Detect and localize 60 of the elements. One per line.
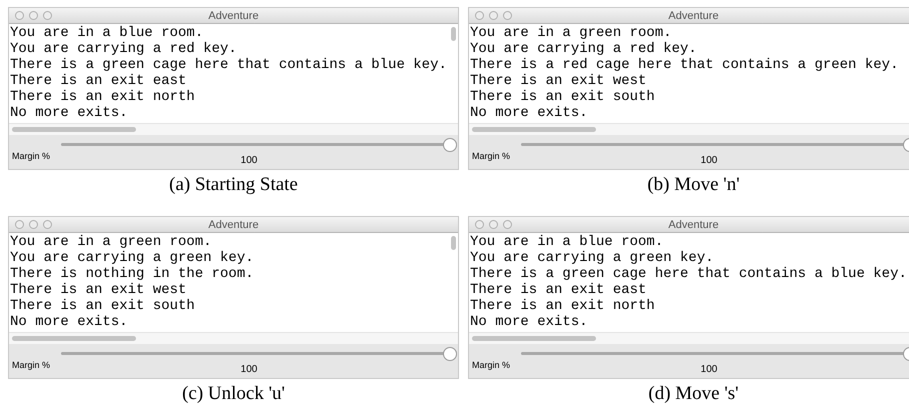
minimize-button[interactable] <box>29 11 38 20</box>
figure-caption: (d) Move 's' <box>647 383 740 405</box>
output-line: No more exits. <box>470 314 588 330</box>
minimize-button[interactable] <box>489 220 498 229</box>
output-line: There is an exit south <box>10 298 195 314</box>
window-title: Adventure <box>668 8 719 22</box>
output-line: No more exits. <box>10 105 128 121</box>
output-line: No more exits. <box>10 314 128 330</box>
output-line: There is a green cage here that contains a blue key. <box>10 57 447 73</box>
output-line: There is an exit east <box>470 282 646 298</box>
figure-caption: (a) Starting State <box>168 174 299 196</box>
figure-caption: (b) Move 'n' <box>646 174 741 196</box>
output-line: There is a red cage here that contains a green key. <box>470 57 898 73</box>
slider-label: Margin % <box>12 151 50 161</box>
output-line: There is a green cage here that contains a blue key. <box>470 266 907 282</box>
output-line: There is an exit east <box>10 73 186 89</box>
zoom-button[interactable] <box>43 220 52 229</box>
output-line: There is an exit north <box>10 89 195 105</box>
horizontal-scrollbar[interactable] <box>469 332 909 344</box>
output-line: You are carrying a red key. <box>470 41 697 57</box>
horizontal-scrollbar[interactable] <box>469 123 909 135</box>
output-line: You are in a green room. <box>10 234 212 250</box>
zoom-button[interactable] <box>43 11 52 20</box>
close-button[interactable] <box>15 220 24 229</box>
horizontal-scrollbar[interactable] <box>9 123 458 135</box>
slider-value: 100 <box>240 364 258 375</box>
window-title: Adventure <box>208 218 259 232</box>
output-line: You are in a blue room. <box>10 25 204 41</box>
slider-label: Margin % <box>12 360 50 370</box>
scrollbar-thumb[interactable] <box>451 27 456 41</box>
output-line: There is an exit north <box>470 298 655 314</box>
output-line: You are in a blue room. <box>470 234 664 250</box>
output-line: There is an exit south <box>470 89 655 105</box>
minimize-button[interactable] <box>489 11 498 20</box>
slider-label: Margin % <box>472 151 510 161</box>
slider-thumb[interactable] <box>443 138 457 152</box>
output-line: You are carrying a green key. <box>10 250 254 266</box>
output-line: There is an exit west <box>10 282 186 298</box>
zoom-button[interactable] <box>503 11 512 20</box>
zoom-button[interactable] <box>503 220 512 229</box>
horizontal-scrollbar[interactable] <box>9 332 458 344</box>
output-line: You are carrying a green key. <box>470 250 714 266</box>
close-button[interactable] <box>475 11 484 20</box>
output-line: No more exits. <box>470 105 588 121</box>
scrollbar-thumb[interactable] <box>451 236 456 250</box>
slider-value: 100 <box>240 155 258 166</box>
window-title: Adventure <box>208 8 259 22</box>
output-line: There is an exit west <box>470 73 646 89</box>
output-line: You are in a green room. <box>470 25 672 41</box>
slider-label: Margin % <box>472 360 510 370</box>
output-line: You are carrying a red key. <box>10 41 237 57</box>
slider-thumb[interactable] <box>443 347 457 361</box>
slider-value: 100 <box>700 364 718 375</box>
figure-caption: (c) Unlock 'u' <box>181 383 286 405</box>
close-button[interactable] <box>15 11 24 20</box>
minimize-button[interactable] <box>29 220 38 229</box>
window-title: Adventure <box>668 218 719 232</box>
output-line: There is nothing in the room. <box>10 266 254 282</box>
close-button[interactable] <box>475 220 484 229</box>
slider-value: 100 <box>700 155 718 166</box>
